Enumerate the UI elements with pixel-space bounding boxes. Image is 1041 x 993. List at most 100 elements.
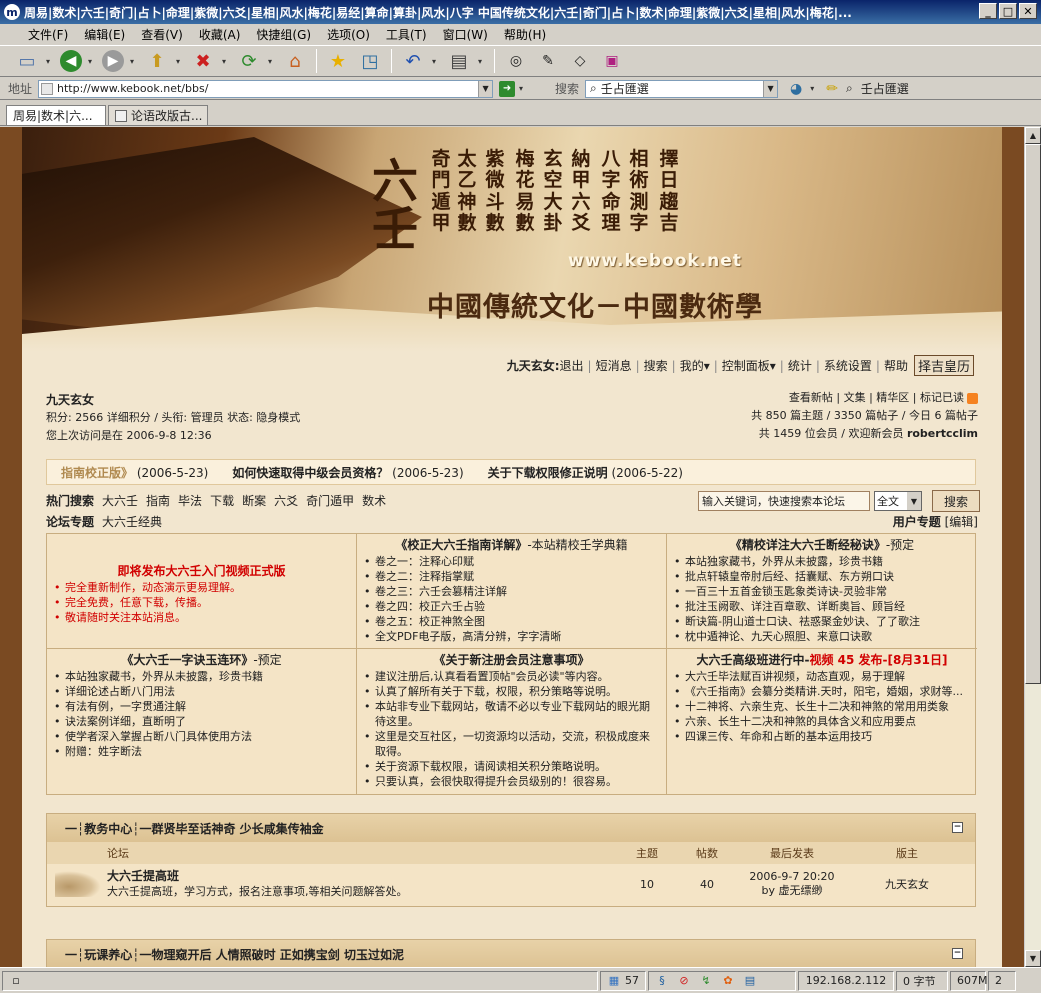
menu-edit[interactable]: 编辑(E): [76, 26, 133, 43]
feature-item[interactable]: 卷之一：注释心印赋: [363, 554, 660, 569]
menu-file[interactable]: 文件(F): [20, 26, 76, 43]
tab-current[interactable]: 周易|数术|六...: [6, 105, 106, 125]
hot-search-item[interactable]: 毕法: [178, 492, 202, 509]
close-button[interactable]: ✕: [1019, 3, 1037, 19]
highlight-icon[interactable]: ✏: [826, 81, 838, 97]
forum-search-input[interactable]: 输入关键词，快速搜索本论坛: [698, 491, 870, 511]
forward-icon[interactable]: ▶: [102, 50, 124, 72]
security-icon[interactable]: §: [655, 974, 669, 988]
nav-stats[interactable]: 统计: [788, 357, 812, 374]
announcement[interactable]: 如何快速取得中级会员资格？ (2006-5-23): [232, 464, 463, 481]
chevron-down-icon[interactable]: ▼: [907, 492, 921, 510]
up-dropdown[interactable]: ▾: [176, 57, 184, 66]
nav-search[interactable]: 搜索: [644, 357, 668, 374]
cascade-dropdown[interactable]: ▾: [478, 57, 486, 66]
stop-icon[interactable]: ✖: [190, 48, 216, 74]
forum-search-button[interactable]: 搜索: [932, 490, 980, 512]
hot-search-item[interactable]: 大六壬: [102, 492, 138, 509]
feature-title[interactable]: 《校正大六壬指南详解》-本站精校壬学典籍: [363, 538, 660, 553]
feature-item[interactable]: 卷之五：校正神煞全图: [363, 614, 660, 629]
hot-search-item[interactable]: 下载: [210, 492, 234, 509]
back-icon[interactable]: ◀: [60, 50, 82, 72]
forward-dropdown[interactable]: ▾: [130, 57, 138, 66]
download-icon[interactable]: ↯: [699, 974, 713, 988]
last-post-date[interactable]: 2006-9-7 20:20: [737, 870, 847, 884]
menu-view[interactable]: 查看(V): [133, 26, 191, 43]
tab-other[interactable]: 论语改版古...: [108, 105, 208, 125]
menu-window[interactable]: 窗口(W): [435, 26, 496, 43]
eraser-icon[interactable]: ◇: [567, 48, 593, 74]
undo-close-icon[interactable]: ↶: [400, 48, 426, 74]
hot-search-item[interactable]: 奇门遁甲: [306, 492, 354, 509]
nav-settings[interactable]: 系统设置: [824, 357, 872, 374]
globe-icon[interactable]: ◕: [790, 81, 802, 97]
nav-logout[interactable]: 退出: [560, 357, 584, 374]
menu-groups[interactable]: 快捷组(G): [248, 26, 319, 43]
section-title[interactable]: 一┆玩课养心┆一物理窥开后 人情照破时 正如携宝剑 切玉过如泥: [65, 946, 404, 963]
nav-control-panel[interactable]: 控制面板▾: [722, 357, 776, 374]
refresh-dropdown[interactable]: ▾: [268, 57, 276, 66]
search-scope-select[interactable]: 全文 ▼: [874, 491, 922, 511]
globe-dropdown[interactable]: ▾: [810, 84, 818, 93]
feature-title[interactable]: 即将发布大六壬入门视频正式版: [53, 564, 350, 579]
favorites-star-icon[interactable]: ★: [325, 48, 351, 74]
collapse-icon[interactable]: −: [952, 948, 963, 959]
stop-dropdown[interactable]: ▾: [222, 57, 230, 66]
stats-links[interactable]: 查看新帖 | 文集 | 精华区 | 标记已读: [789, 391, 964, 404]
maximize-button[interactable]: □: [999, 3, 1017, 19]
brush-icon[interactable]: ✎: [535, 48, 561, 74]
scroll-down-icon[interactable]: ▼: [1025, 950, 1041, 967]
announcement[interactable]: 指南校正版》 (2006-5-23): [61, 464, 208, 481]
menu-tools[interactable]: 工具(T): [378, 26, 435, 43]
feature-title[interactable]: 《关于新注册会员注意事项》: [363, 653, 660, 668]
forum-moderator[interactable]: 九天玄女: [847, 876, 967, 892]
hot-search-item[interactable]: 六爻: [274, 492, 298, 509]
web-search-value[interactable]: 壬占匯選: [601, 80, 649, 97]
announcement[interactable]: 关于下载权限修正说明 (2006-5-22): [488, 464, 683, 481]
forum-name[interactable]: 大六壬提高班: [107, 869, 617, 884]
scroll-thumb[interactable]: [1025, 144, 1041, 684]
image-icon[interactable]: ▣: [599, 48, 625, 74]
address-input[interactable]: http://www.kebook.net/bbs/ ▼: [38, 79, 494, 98]
rss-icon[interactable]: [967, 392, 978, 404]
section-title[interactable]: 一┆教务中心┆一群贤毕至话神奇 少长咸集传袖金: [65, 820, 324, 837]
go-dropdown[interactable]: ▾: [519, 84, 527, 93]
new-page-icon[interactable]: ▭: [14, 48, 40, 74]
user-name[interactable]: 九天玄女: [46, 391, 300, 409]
address-dropdown-icon[interactable]: ▼: [478, 80, 493, 97]
network-icon[interactable]: ▤: [743, 974, 757, 988]
back-dropdown[interactable]: ▾: [88, 57, 96, 66]
minimize-button[interactable]: _: [979, 3, 997, 19]
hot-search-item[interactable]: 断案: [242, 492, 266, 509]
undo-dropdown[interactable]: ▾: [432, 57, 440, 66]
nav-my[interactable]: 我的▾: [680, 357, 710, 374]
user-topics-edit[interactable]: [编辑]: [945, 515, 978, 529]
address-url[interactable]: http://www.kebook.net/bbs/: [57, 82, 208, 95]
feature-title[interactable]: 《精校详注大六壬断经秘诀》-预定: [673, 538, 971, 553]
block-icon[interactable]: ⊘: [677, 974, 691, 988]
restore-window-icon[interactable]: ◳: [357, 48, 383, 74]
popup-blocker-icon[interactable]: ▦: [607, 974, 621, 988]
home-icon[interactable]: ⌂: [282, 48, 308, 74]
nav-messages[interactable]: 短消息: [596, 357, 632, 374]
vertical-scrollbar[interactable]: ▲ ▼: [1024, 127, 1041, 967]
feature-title[interactable]: 大六壬高级班进行中-视频 45 发布-[8月31日]: [673, 653, 971, 668]
newest-member[interactable]: robertcclim: [907, 427, 978, 440]
feature-item[interactable]: 全文PDF电子版，高清分辨，字字清晰: [363, 629, 660, 644]
almanac-button[interactable]: 择吉皇历: [913, 355, 974, 376]
menu-favorites[interactable]: 收藏(A): [191, 26, 249, 43]
new-page-dropdown[interactable]: ▾: [46, 57, 54, 66]
flower-icon[interactable]: ✿: [721, 974, 735, 988]
go-button[interactable]: ➜: [499, 80, 516, 97]
last-post-author[interactable]: by 虚无缥缈: [737, 884, 847, 898]
feature-item[interactable]: 卷之三：六壬会篡精注详解: [363, 584, 660, 599]
hot-search-item[interactable]: 数术: [362, 492, 386, 509]
collapse-icon[interactable]: −: [952, 822, 963, 833]
refresh-icon[interactable]: ⟳: [236, 48, 262, 74]
search-shortcut[interactable]: 壬占匯選: [861, 80, 909, 97]
feature-title[interactable]: 《大六壬一字诀玉连环》-预定: [53, 653, 350, 668]
feature-item[interactable]: 卷之二：注释指掌赋: [363, 569, 660, 584]
search-dropdown-icon[interactable]: ▼: [763, 80, 778, 97]
compass-icon[interactable]: ◎: [503, 48, 529, 74]
nav-help[interactable]: 帮助: [884, 357, 908, 374]
